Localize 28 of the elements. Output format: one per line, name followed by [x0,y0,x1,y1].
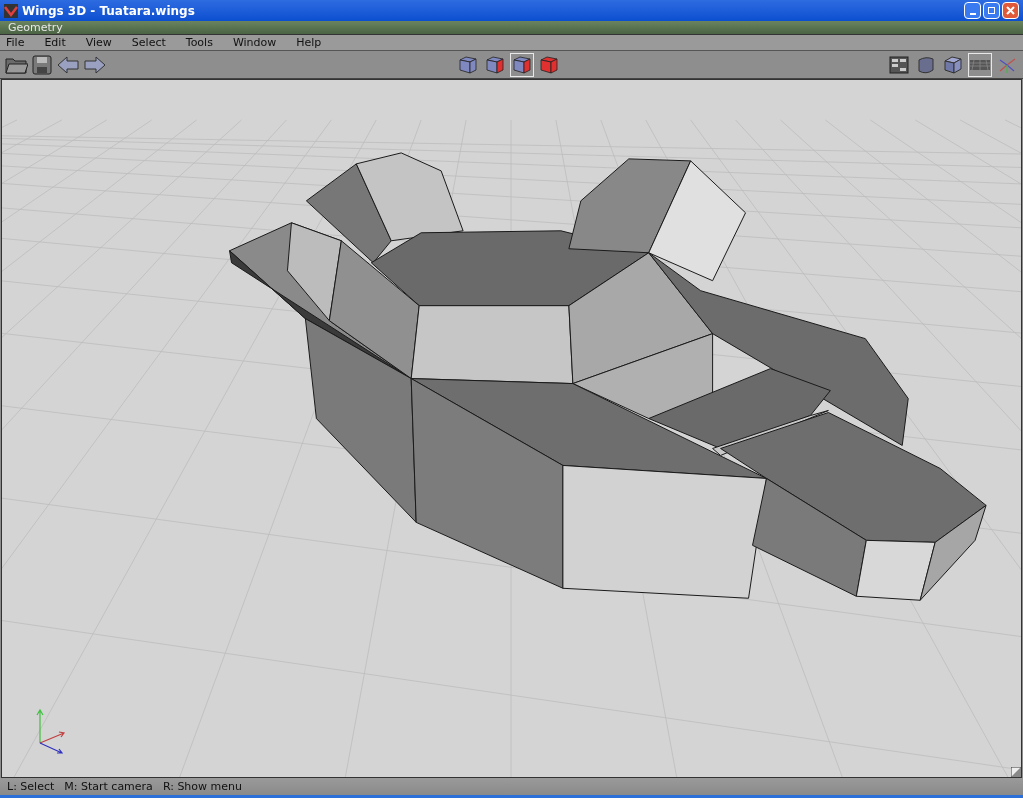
minimize-button[interactable] [964,2,981,19]
cube-icon [943,54,963,75]
menu-item[interactable]: Tools [185,37,213,48]
status-hint: M: Start camera [64,781,153,792]
cube-icon [458,54,478,75]
status-hint: L: Select [7,781,55,792]
selection-mode-button[interactable] [510,52,534,77]
menu-item[interactable]: Select [131,37,166,48]
close-icon [1006,6,1015,15]
cube-icon [485,54,505,75]
menu-item[interactable]: File [6,37,25,48]
cube-icon [539,54,559,75]
menu-item[interactable]: Help [296,37,322,48]
resize-grip-icon[interactable] [1011,767,1021,777]
menu-item[interactable]: Edit [44,37,66,48]
menu-item[interactable]: View [85,37,112,48]
cube-icon [512,54,532,75]
grid-plane-icon [970,59,990,70]
menu-item[interactable]: Window [232,37,277,48]
outliner-icon [889,54,909,75]
view-button[interactable] [968,52,992,77]
smooth-cube-icon [916,54,936,75]
status-hint: R: Show menu [162,781,242,792]
close-button[interactable] [1002,2,1019,19]
geometry-window-title: Geometry [8,22,63,33]
window-title: Wings 3D - Tuatara.wings [22,2,195,20]
app-icon [4,3,18,18]
restore-button[interactable] [983,2,1000,19]
